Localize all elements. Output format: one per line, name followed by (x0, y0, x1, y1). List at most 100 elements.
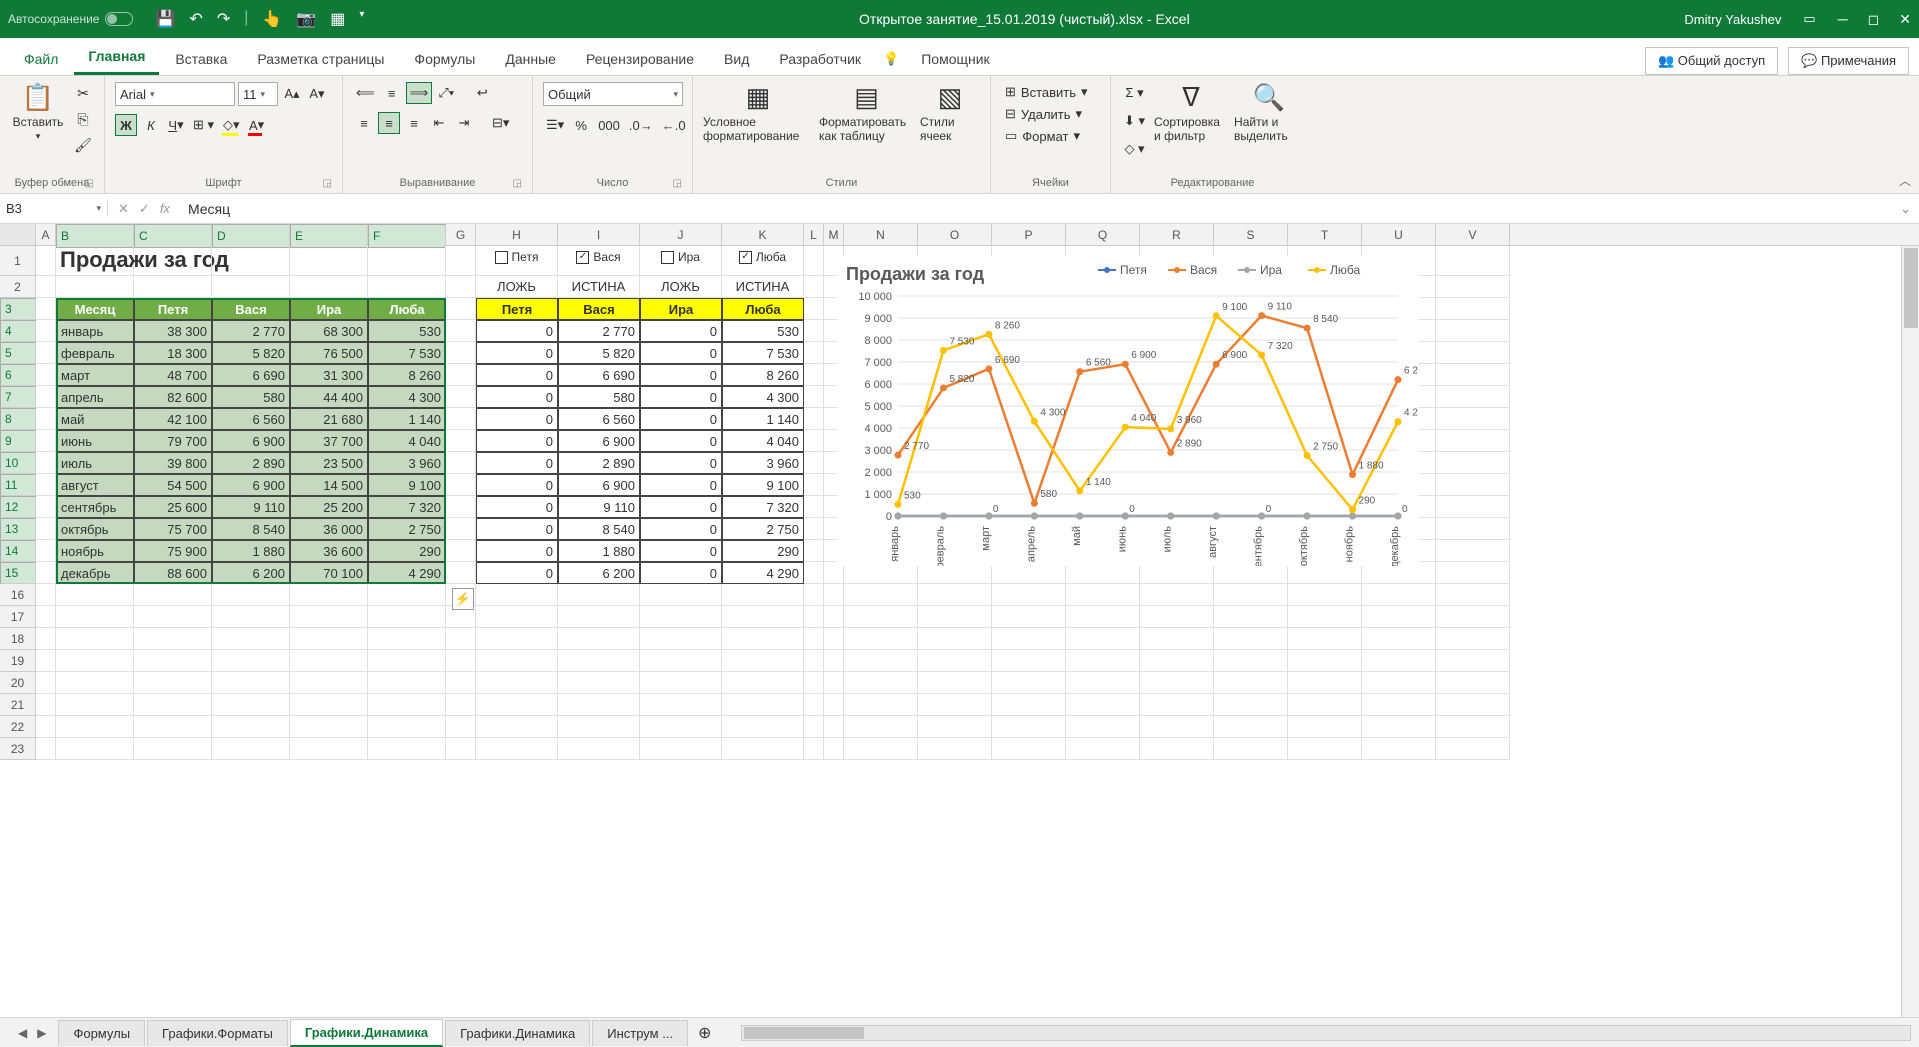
quick-analysis-icon[interactable]: ⚡ (452, 588, 474, 610)
cell[interactable]: 48 700 (134, 364, 212, 386)
row-header[interactable]: 16 (0, 584, 36, 606)
cell[interactable] (1436, 518, 1510, 540)
align-bottom-icon[interactable]: ⟹ (406, 82, 433, 104)
align-top-icon[interactable]: ⟸ (353, 82, 378, 104)
cell[interactable] (56, 716, 134, 738)
cell[interactable] (844, 716, 918, 738)
cell[interactable] (1140, 672, 1214, 694)
row-header[interactable]: 5 (0, 342, 36, 364)
cell[interactable]: 4 290 (368, 562, 446, 584)
cell[interactable]: 6 900 (558, 474, 640, 496)
row-header[interactable]: 15 (0, 562, 36, 584)
cell[interactable] (1140, 650, 1214, 672)
share-button[interactable]: 👥 Общий доступ (1645, 47, 1778, 75)
expand-formula-icon[interactable]: ⌄ (1892, 201, 1919, 217)
cell[interactable] (446, 518, 476, 540)
cell[interactable] (804, 650, 824, 672)
sheet-tab[interactable]: Формулы (58, 1020, 145, 1046)
cell[interactable] (804, 562, 824, 584)
cell[interactable] (1362, 672, 1436, 694)
cell[interactable] (134, 606, 212, 628)
cell[interactable] (1436, 452, 1510, 474)
cell[interactable] (36, 452, 56, 474)
checkbox-Петя[interactable]: Петя (476, 246, 558, 276)
column-header[interactable]: D (212, 224, 290, 248)
row-header[interactable]: 14 (0, 540, 36, 562)
cell[interactable] (36, 738, 56, 760)
copy-icon[interactable]: ⎘ (72, 108, 94, 130)
cell[interactable] (992, 606, 1066, 628)
cell[interactable] (1436, 320, 1510, 342)
column-header[interactable]: S (1214, 224, 1288, 245)
row-header[interactable]: 8 (0, 408, 36, 430)
cell[interactable]: 75 700 (134, 518, 212, 540)
cell[interactable] (824, 716, 844, 738)
cell[interactable] (722, 650, 804, 672)
cell[interactable] (446, 430, 476, 452)
column-header[interactable]: Q (1066, 224, 1140, 245)
cell[interactable]: Вася (212, 298, 290, 320)
cell[interactable] (36, 408, 56, 430)
cell[interactable]: 0 (640, 540, 722, 562)
cell[interactable]: 0 (640, 562, 722, 584)
cell[interactable]: 70 100 (290, 562, 368, 584)
cell[interactable]: Ира (290, 298, 368, 320)
cell[interactable] (640, 738, 722, 760)
comments-button[interactable]: 💬 Примечания (1788, 47, 1909, 75)
cell[interactable]: 4 040 (722, 430, 804, 452)
cell[interactable]: 31 300 (290, 364, 368, 386)
cell[interactable]: 2 770 (558, 320, 640, 342)
cell[interactable]: 0 (476, 408, 558, 430)
cell[interactable] (918, 650, 992, 672)
cell[interactable] (134, 650, 212, 672)
cell[interactable] (722, 694, 804, 716)
cell[interactable] (134, 584, 212, 606)
cell[interactable]: 1 140 (722, 408, 804, 430)
cell[interactable] (844, 650, 918, 672)
cell[interactable] (36, 650, 56, 672)
cell[interactable] (804, 386, 824, 408)
cell[interactable] (558, 694, 640, 716)
cell[interactable] (36, 320, 56, 342)
cell[interactable] (640, 694, 722, 716)
cell[interactable] (446, 694, 476, 716)
cell[interactable]: 44 400 (290, 386, 368, 408)
cell[interactable]: 7 320 (368, 496, 446, 518)
number-format-select[interactable]: Общий▾ (543, 82, 683, 106)
cell[interactable] (368, 672, 446, 694)
cell[interactable]: 0 (476, 364, 558, 386)
cell[interactable] (918, 738, 992, 760)
cell[interactable] (290, 694, 368, 716)
cell[interactable] (1288, 606, 1362, 628)
cell[interactable] (36, 276, 56, 298)
column-header[interactable]: R (1140, 224, 1214, 245)
cell[interactable] (844, 584, 918, 606)
cell[interactable] (722, 716, 804, 738)
cell[interactable] (1436, 276, 1510, 298)
cell[interactable] (804, 408, 824, 430)
cell[interactable] (1214, 716, 1288, 738)
cell[interactable] (36, 496, 56, 518)
name-box[interactable]: B3▾ (0, 201, 108, 216)
cell[interactable] (290, 606, 368, 628)
cell[interactable] (640, 672, 722, 694)
tell-me-icon[interactable]: 💡 (877, 43, 905, 75)
cell[interactable]: сентябрь (56, 496, 134, 518)
cell[interactable] (1362, 650, 1436, 672)
fill-color-button[interactable]: ◇ ▾ (220, 114, 243, 136)
cell[interactable] (476, 584, 558, 606)
sheet-tab[interactable]: Инструм ... (592, 1020, 688, 1046)
worksheet-grid[interactable]: ABCDEFGHIJKLMNOPQRSTUV 12345678910111213… (0, 224, 1919, 1017)
cell[interactable] (1436, 364, 1510, 386)
cell[interactable] (476, 738, 558, 760)
row-header[interactable]: 7 (0, 386, 36, 408)
cell[interactable]: 1 880 (212, 540, 290, 562)
cell[interactable] (918, 584, 992, 606)
cell[interactable] (824, 672, 844, 694)
minimize-icon[interactable]: ─ (1838, 11, 1848, 28)
cell[interactable] (824, 738, 844, 760)
decrease-indent-icon[interactable]: ⇤ (428, 112, 450, 134)
insert-cells-button[interactable]: ⊞Вставить ▾ (1001, 82, 1092, 102)
cell[interactable] (36, 562, 56, 584)
cell[interactable]: 8 540 (212, 518, 290, 540)
